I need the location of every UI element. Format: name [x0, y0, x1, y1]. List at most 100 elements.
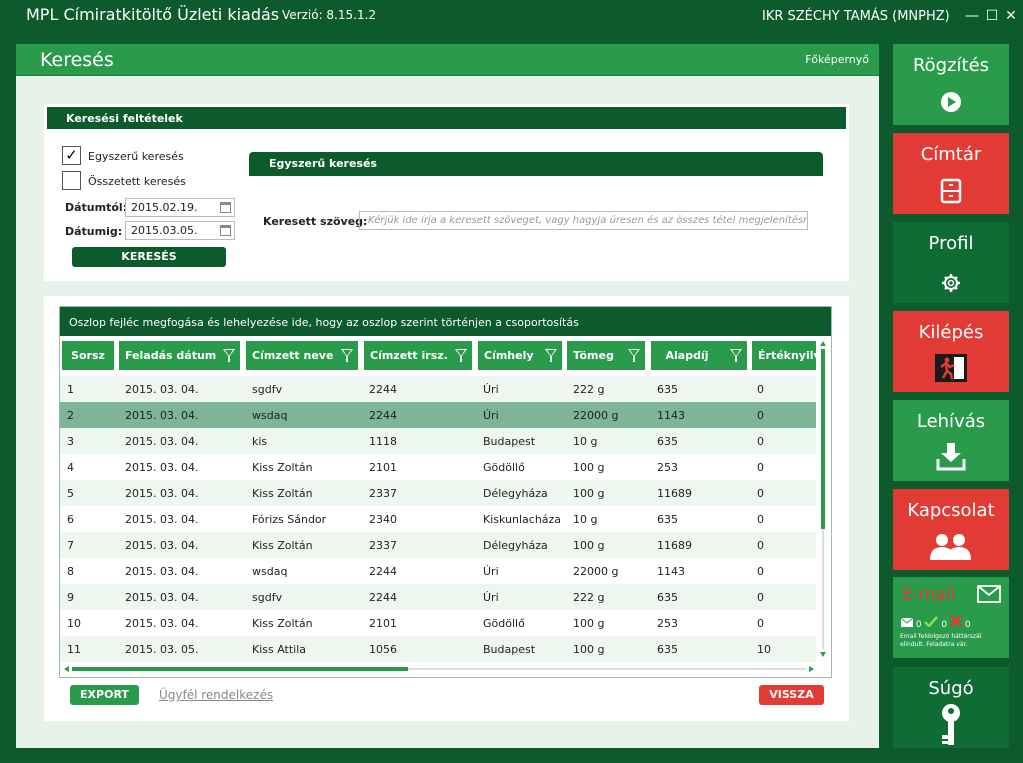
cell-cimhely: Gödöllő [483, 461, 525, 474]
col-header-erteknyilv[interactable]: Értéknyilv [752, 341, 816, 370]
complex-search-checkbox[interactable] [62, 171, 81, 190]
maximize-button[interactable]: ☐ [984, 7, 1000, 25]
cell-erteknyilv: 0 [757, 565, 764, 578]
home-link[interactable]: Főképernyő [805, 53, 869, 66]
vertical-scrollbar[interactable] [819, 341, 827, 657]
cell-erteknyilv: 0 [757, 539, 764, 552]
col-header-cimzett-irsz[interactable]: Címzett irsz. [364, 341, 472, 370]
filter-icon[interactable] [628, 349, 640, 362]
cell-cimhely: Úri [483, 591, 499, 604]
date-from-input[interactable]: 2015.02.19. [125, 198, 235, 217]
cell-alapdij: 635 [657, 435, 678, 448]
app-title: MPL Címiratkitöltő Üzleti kiadás [26, 5, 280, 24]
tile-label: Kapcsolat [907, 500, 995, 521]
tile-kapcsolat[interactable]: Kapcsolat [893, 489, 1009, 570]
cell-cimzett-neve: Kiss Zoltán [252, 539, 313, 552]
scroll-right-icon[interactable] [809, 666, 814, 672]
cell-alapdij: 1143 [657, 409, 685, 422]
cell-sorsz: 11 [67, 643, 81, 656]
simple-search-checkbox[interactable]: ✓ [62, 146, 81, 165]
cell-sorsz: 8 [67, 565, 74, 578]
cell-cimhely: Délegyháza [483, 487, 548, 500]
table-row[interactable]: 3 2015. 03. 04. kis 1118 Budapest 10 g 635 0 [60, 428, 816, 454]
main-panel: Keresés Főképernyő Keresési feltételek ✓… [16, 44, 879, 748]
filter-icon[interactable] [545, 349, 557, 362]
tile-sugo[interactable]: Súgó [893, 667, 1009, 748]
tile-rogzites[interactable]: Rögzítés [893, 44, 1009, 125]
minimize-button[interactable]: — [964, 7, 980, 25]
cell-erteknyilv: 0 [757, 591, 764, 604]
title-bar: MPL Címiratkitöltő Üzleti kiadás Verzió:… [0, 0, 1023, 34]
cell-erteknyilv: 0 [757, 383, 764, 396]
col-header-sorsz[interactable]: Sorsz [62, 341, 114, 370]
search-text-input[interactable]: Kérjük ide írja a keresett szöveget, vag… [359, 211, 808, 230]
table-row[interactable]: 2 2015. 03. 04. wsdaq 2244 Úri 22000 g 1143 0 [60, 402, 816, 428]
cell-tomeg: 222 g [573, 383, 605, 396]
cell-cimzett-neve: Fórizs Sándor [252, 513, 327, 526]
filter-icon[interactable] [730, 349, 742, 362]
exit-icon [935, 354, 967, 382]
cell-tomeg: 22000 g [573, 565, 619, 578]
filter-icon[interactable] [341, 349, 353, 362]
filter-icon[interactable] [223, 349, 235, 362]
filter-icon[interactable] [455, 349, 467, 362]
tile-email[interactable]: E-mail 0 0 0 Email feldolgozó háttérszál… [893, 577, 1009, 658]
email-ok-count: 0 [941, 620, 948, 630]
col-header-cimhely[interactable]: Címhely [478, 341, 562, 370]
tile-profil[interactable]: Profil [893, 222, 1009, 303]
scroll-up-icon[interactable] [820, 341, 826, 346]
cell-cimhely: Budapest [483, 435, 536, 448]
scroll-thumb[interactable] [72, 667, 408, 671]
col-header-cimzett-neve[interactable]: Címzett neve [246, 341, 358, 370]
cell-cimzett-neve: Kiss Attila [252, 643, 307, 656]
cell-alapdij: 635 [657, 591, 678, 604]
date-to-input[interactable]: 2015.03.05. [125, 221, 235, 240]
tile-kilepes[interactable]: Kilépés [893, 311, 1009, 392]
scroll-down-icon[interactable] [820, 652, 826, 657]
table-row[interactable]: 7 2015. 03. 04. Kiss Zoltán 2337 Délegyháza 1… [60, 532, 816, 558]
search-button[interactable]: KERESÉS [72, 247, 226, 267]
table-row[interactable]: 1 2015. 03. 04. sgdfv 2244 Úri 222 g 635 0 [60, 376, 816, 402]
search-criteria-card: Keresési feltételek ✓ Egyszerű keresés Ö… [44, 104, 849, 281]
table-row[interactable]: 8 2015. 03. 04. wsdaq 2244 Úri 22000 g 1143 0 [60, 558, 816, 584]
table-row[interactable]: 11 2015. 03. 05. Kiss Attila 1056 Budapest 10… [60, 636, 816, 662]
cell-cimhely: Délegyháza [483, 539, 548, 552]
tile-label: Lehívás [916, 411, 986, 432]
table-row[interactable]: 5 2015. 03. 04. Kiss Zoltán 2337 Délegyháza 1… [60, 480, 816, 506]
tile-label: Profil [928, 233, 974, 254]
col-header-feladas-datum[interactable]: Feladás dátum [119, 341, 240, 370]
table-row[interactable]: 9 2015. 03. 04. sgdfv 2244 Úri 222 g 635 0 [60, 584, 816, 610]
scroll-thumb[interactable] [821, 349, 825, 529]
cell-feladas-datum: 2015. 03. 04. [125, 383, 199, 396]
cell-tomeg: 22000 g [573, 409, 619, 422]
cell-cimzett-neve: Kiss Zoltán [252, 487, 313, 500]
results-grid: Oszlop fejléc megfogása és lehelyezése i… [59, 306, 832, 678]
table-row[interactable]: 4 2015. 03. 04. Kiss Zoltán 2101 Gödöllő 100 … [60, 454, 816, 480]
key-icon [942, 704, 960, 745]
cell-tomeg: 100 g [573, 643, 605, 656]
download-icon [936, 443, 966, 471]
col-header-alapdij[interactable]: Alapdíj [651, 341, 747, 370]
group-by-panel[interactable]: Oszlop fejléc megfogása és lehelyezése i… [60, 307, 831, 336]
cell-cimhely: Úri [483, 565, 499, 578]
table-row[interactable]: 10 2015. 03. 04. Kiss Zoltán 2101 Gödöllő 100… [60, 610, 816, 636]
cell-cimhely: Budapest [483, 643, 536, 656]
export-button[interactable]: EXPORT [70, 685, 139, 705]
cell-feladas-datum: 2015. 03. 04. [125, 461, 199, 474]
cell-feladas-datum: 2015. 03. 04. [125, 409, 199, 422]
col-header-tomeg[interactable]: Tömeg [567, 341, 645, 370]
table-row[interactable]: 6 2015. 03. 04. Fórizs Sándor 2340 Kiskunlac… [60, 506, 816, 532]
scroll-left-icon[interactable] [64, 666, 69, 672]
tile-lehivas[interactable]: Lehívás [893, 400, 1009, 481]
tile-cimtar[interactable]: Címtár [893, 133, 1009, 214]
cell-alapdij: 11689 [657, 487, 692, 500]
back-button[interactable]: VISSZA [759, 685, 824, 705]
email-stats: 0 0 0 [900, 614, 971, 630]
calendar-icon[interactable] [220, 202, 231, 213]
close-button[interactable]: ✕ [1003, 7, 1019, 25]
horizontal-scrollbar[interactable] [64, 665, 814, 673]
check-icon: ✓ [65, 146, 78, 164]
ugyfel-rendelkezes-link[interactable]: Ügyfél rendelkezés [159, 688, 273, 702]
calendar-icon[interactable] [220, 225, 231, 236]
mail-icon [900, 617, 914, 627]
